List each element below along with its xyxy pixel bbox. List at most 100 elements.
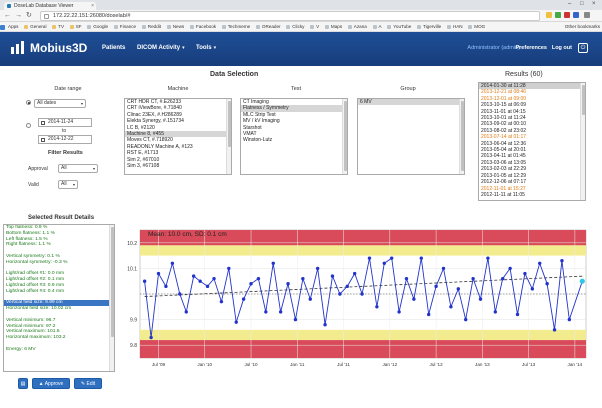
data-point[interactable] [567,317,572,322]
bookmark-item[interactable]: Facebook [189,22,216,31]
data-point[interactable] [486,256,490,260]
logout-link[interactable]: Log out [552,45,572,51]
close-window-icon[interactable]: × [592,1,596,7]
data-point[interactable] [412,297,416,301]
data-point[interactable] [198,279,202,283]
forward-icon[interactable]: → [15,12,22,20]
bookmark-item[interactable]: Finance [113,22,136,31]
data-point[interactable] [164,284,168,289]
bookmark-folder[interactable]: SF [69,22,82,31]
menu-icon[interactable] [584,12,590,18]
data-point[interactable] [345,284,349,289]
other-bookmarks[interactable]: Other bookmarks [565,22,600,31]
power-icon[interactable]: ⏻ [578,43,588,53]
results-list[interactable]: 2014-01-30 at 11:28 2013-12-21 at 08:46 20… [478,82,586,201]
data-point[interactable] [530,287,535,291]
approval-select[interactable]: All ▾ [58,164,98,173]
test-list[interactable]: CT Imaging Flatness / Symmetry MLC Strip T… [240,98,348,175]
data-point[interactable] [501,276,505,281]
data-point[interactable] [560,259,564,263]
data-point[interactable] [456,287,461,291]
data-point[interactable] [508,266,512,271]
bookmark-item[interactable]: Maps [324,22,342,31]
data-point[interactable] [330,274,335,278]
data-point[interactable] [367,256,372,260]
data-point[interactable] [426,312,431,317]
data-point[interactable] [464,317,468,322]
data-point[interactable] [301,276,305,281]
machine-list-item[interactable]: Sim 3, #67108 [125,163,231,169]
data-point[interactable] [449,305,453,309]
data-point[interactable] [552,328,557,332]
edit-button[interactable]: ✎ Edit [74,378,102,389]
valid-select[interactable]: All ▾ [58,180,78,189]
nav-dicom-activity[interactable]: DICOM Activity ▾ [137,45,185,51]
pdf-button[interactable]: ▤ [18,378,28,389]
all-dates-radio[interactable] [26,100,31,105]
machine-list[interactable]: CRT HDR CT, #.E26233 CRT iViewBore, #.718… [124,98,232,175]
data-point[interactable] [538,261,542,265]
data-point[interactable] [360,292,364,296]
extension-icon[interactable] [555,12,561,18]
bookmark-item[interactable]: A [372,22,382,31]
data-point[interactable] [293,317,298,322]
data-point[interactable] [323,323,327,327]
data-point[interactable] [264,310,268,314]
maximize-icon[interactable]: □ [580,1,584,7]
data-point[interactable] [156,271,161,276]
data-point[interactable] [441,266,446,271]
start-date-input[interactable]: 2014-11-24 [38,118,92,127]
preferences-link[interactable]: Preferences [516,45,548,51]
bookmark-item[interactable]: Google [87,22,108,31]
data-point[interactable] [227,266,231,271]
star-icon[interactable] [546,12,552,18]
group-list[interactable]: 6 MV [357,98,465,175]
data-point[interactable] [579,278,585,284]
scrollbar[interactable] [580,83,585,200]
data-point[interactable] [382,261,386,265]
app-logo[interactable]: Mobius3D [10,40,87,56]
data-point[interactable] [404,276,409,281]
bookmark-apps[interactable]: Apps [0,22,18,31]
scrollbar[interactable] [342,99,347,174]
result-list-item[interactable]: 2012-11-11 at 11:05 [479,192,585,198]
url-input[interactable]: 172.22.22.151:26080/doselab/# [40,11,540,21]
bookmark-item[interactable]: V [310,22,319,31]
data-point[interactable] [315,266,320,271]
data-point[interactable] [241,297,246,301]
data-point[interactable] [142,279,147,283]
end-date-input[interactable]: 2014-12-22 [38,135,92,144]
data-point[interactable] [471,276,475,281]
data-point[interactable] [178,292,182,296]
data-point[interactable] [256,276,261,281]
bookmark-item[interactable]: HAN [446,22,463,31]
data-point[interactable] [278,310,283,314]
bookmark-item[interactable]: Azana [347,22,367,31]
approve-button[interactable]: ▲ Approve [32,378,70,389]
data-point[interactable] [184,310,188,314]
data-point[interactable] [338,292,342,296]
all-dates-select[interactable]: All dates ▾ [34,99,86,108]
test-list-item[interactable]: Winston-Lutz [241,137,347,143]
data-point[interactable] [515,312,520,317]
bookmark-item[interactable]: OReader [255,22,281,31]
data-point[interactable] [249,282,253,286]
data-point[interactable] [234,320,238,324]
data-point[interactable] [493,310,498,314]
minimize-icon[interactable]: – [568,1,571,7]
result-details-list[interactable]: Top flatness: 0.9 % Bottom flatness: 1.1 … [3,224,115,372]
nav-tools[interactable]: Tools ▾ [196,45,216,51]
control-chart[interactable]: 9.8 9.9 10.1 10.2 Jul '09 Jan '10 Jul '10 Jan '… [120,222,600,378]
data-point[interactable] [375,305,379,309]
group-list-item[interactable]: 6 MV [358,99,464,106]
back-icon[interactable]: ← [4,12,11,20]
data-point[interactable] [205,284,210,289]
data-point[interactable] [212,276,216,281]
bookmark-item[interactable]: Techmeme [221,22,250,31]
data-point[interactable] [545,282,549,286]
data-point[interactable] [397,310,401,314]
scrollbar[interactable] [459,99,464,174]
scrollbar[interactable] [226,99,231,174]
data-point[interactable] [308,297,312,301]
data-point[interactable] [219,299,224,304]
